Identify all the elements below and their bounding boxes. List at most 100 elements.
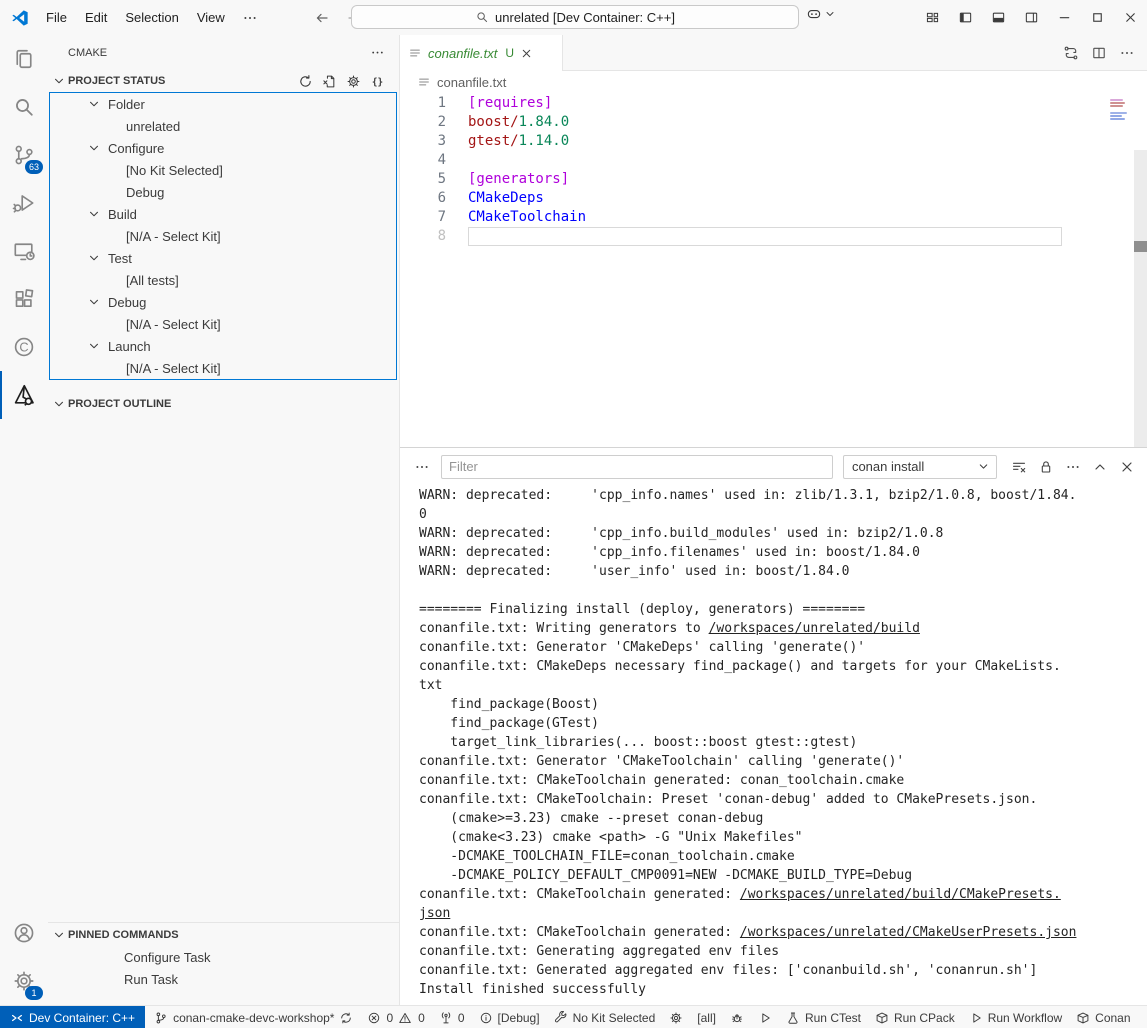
statusbar-item[interactable]: Run CPack xyxy=(868,1006,962,1028)
output-channel-select[interactable]: conan install xyxy=(843,455,997,479)
maximize-button[interactable] xyxy=(1081,10,1114,25)
statusbar-item[interactable]: 0 0 xyxy=(360,1006,431,1028)
gear-icon[interactable] xyxy=(346,74,361,89)
tree-item[interactable]: Debug xyxy=(50,291,396,313)
activity-bar-item[interactable] xyxy=(0,35,48,83)
copilot-icon[interactable] xyxy=(806,6,822,22)
tree-item[interactable]: [N/A - Select Kit] xyxy=(50,225,396,247)
toggle-panel-icon[interactable] xyxy=(982,10,1015,25)
menu-item[interactable]: View xyxy=(188,1,234,35)
statusbar-label: 0 xyxy=(418,1011,425,1025)
activity-bar-item[interactable] xyxy=(0,275,48,323)
sidebar-more-icon[interactable] xyxy=(370,45,385,60)
toggle-secondary-sidebar-icon[interactable] xyxy=(1015,10,1048,25)
menu-overflow-icon[interactable] xyxy=(234,10,266,26)
clear-output-icon[interactable] xyxy=(1011,459,1027,475)
command-center-search[interactable]: unrelated [Dev Container: C++] xyxy=(351,5,799,29)
menu-item[interactable]: File xyxy=(37,1,76,35)
activity-bar-item[interactable] xyxy=(0,179,48,227)
statusbar-item[interactable]: Dev Container: C++ xyxy=(0,1006,145,1028)
pinned-command-item[interactable]: Configure Task xyxy=(48,946,399,968)
statusbar-item[interactable]: No Kit Selected xyxy=(547,1006,663,1028)
activity-bar-item[interactable]: 63 xyxy=(0,131,48,179)
refresh-icon[interactable] xyxy=(298,74,313,89)
menu-item[interactable]: Selection xyxy=(116,1,187,35)
tree-item[interactable]: [N/A - Select Kit] xyxy=(50,313,396,335)
output-line: WARN: deprecated: 'cpp_info.names' used … xyxy=(419,486,1147,505)
tree-item[interactable]: Folder xyxy=(50,93,396,115)
tree-item-label: [N/A - Select Kit] xyxy=(126,229,221,244)
activity-bar-item[interactable] xyxy=(0,323,48,371)
section-pinned-commands[interactable]: PINNED COMMANDS xyxy=(48,924,399,946)
activity-icon xyxy=(12,95,36,119)
tree-item[interactable]: Build xyxy=(50,203,396,225)
code-line[interactable]: 2 boost/1.84.0 xyxy=(400,113,1147,132)
status-bar: Dev Container: C++ conan-cmake-devc-work… xyxy=(0,1005,1147,1028)
customize-layout-icon[interactable] xyxy=(916,10,949,25)
statusbar-item[interactable]: [all] xyxy=(690,1006,723,1028)
activity-bar-item[interactable] xyxy=(0,83,48,131)
output-line: (cmake>=3.23) cmake --preset conan-debug xyxy=(419,809,1147,828)
maximize-panel-icon[interactable] xyxy=(1092,459,1108,475)
minimize-button[interactable] xyxy=(1048,10,1081,25)
code-line[interactable]: 8 xyxy=(400,227,1147,246)
section-project-status[interactable]: PROJECT STATUS xyxy=(48,70,399,92)
split-editor-icon[interactable] xyxy=(1091,45,1107,61)
output-line: Install finished successfully xyxy=(419,980,1147,999)
tree-item[interactable]: unrelated xyxy=(50,115,396,137)
copilot-chevron-icon[interactable] xyxy=(824,8,836,20)
activity-bar-item[interactable]: 1 xyxy=(0,957,48,1005)
statusbar-item[interactable] xyxy=(723,1006,751,1028)
tree-item[interactable]: [N/A - Select Kit] xyxy=(50,357,396,379)
nav-back-icon[interactable] xyxy=(314,10,330,26)
tree-item[interactable]: Test xyxy=(50,247,396,269)
lock-scroll-icon[interactable] xyxy=(1038,459,1054,475)
statusbar-item[interactable] xyxy=(662,1006,690,1028)
statusbar-item[interactable]: Run Workflow xyxy=(962,1006,1069,1028)
braces-icon[interactable] xyxy=(370,74,385,89)
activity-bar-item[interactable] xyxy=(0,371,48,419)
code-line[interactable]: 7 CMakeToolchain xyxy=(400,208,1147,227)
statusbar-item[interactable]: Conan xyxy=(1069,1006,1137,1028)
statusbar-item[interactable]: 0 xyxy=(432,1006,472,1028)
pinned-command-item[interactable]: Run Task xyxy=(48,968,399,990)
close-button[interactable] xyxy=(1114,10,1147,25)
scrollbar-thumb[interactable] xyxy=(1134,241,1147,252)
code-line[interactable]: 6 CMakeDeps xyxy=(400,189,1147,208)
statusbar-item[interactable]: Run CTest xyxy=(779,1006,868,1028)
output-filter-input[interactable] xyxy=(441,455,833,479)
breadcrumb-item[interactable]: conanfile.txt xyxy=(437,75,506,90)
menu-item[interactable]: Edit xyxy=(76,1,116,35)
open-changes-icon[interactable] xyxy=(1063,45,1079,61)
tree-item[interactable]: Configure xyxy=(50,137,396,159)
statusbar-item[interactable] xyxy=(751,1006,779,1028)
statusbar-icon xyxy=(758,1011,772,1025)
minimap[interactable] xyxy=(1110,99,1130,121)
tree-item[interactable]: [No Kit Selected] xyxy=(50,159,396,181)
tree-item[interactable]: Launch xyxy=(50,335,396,357)
code-line[interactable]: 4 xyxy=(400,151,1147,170)
tree-item[interactable]: Debug xyxy=(50,181,396,203)
tab-close-icon[interactable] xyxy=(520,47,533,60)
output-line: WARN: deprecated: 'cpp_info.build_module… xyxy=(419,524,1147,543)
panel-more-icon[interactable] xyxy=(1065,459,1081,475)
toggle-sidebar-icon[interactable] xyxy=(949,10,982,25)
tab-conanfile[interactable]: conanfile.txt U xyxy=(400,35,563,71)
breadcrumb[interactable]: conanfile.txt xyxy=(400,71,1147,93)
close-panel-icon[interactable] xyxy=(1119,459,1135,475)
output-text: conanfile.txt: Generating aggregated env… xyxy=(419,944,779,959)
code-line[interactable]: 1 [requires] xyxy=(400,94,1147,113)
activity-bar-item[interactable] xyxy=(0,909,48,957)
section-project-outline[interactable]: PROJECT OUTLINE xyxy=(48,393,399,415)
tree-item[interactable]: [All tests] xyxy=(50,269,396,291)
code-line[interactable]: 3 gtest/1.14.0 xyxy=(400,132,1147,151)
output-log[interactable]: WARN: deprecated: 'cpp_info.names' used … xyxy=(400,482,1147,999)
editor-more-icon[interactable] xyxy=(1119,45,1135,61)
code-area[interactable]: 1 [requires] 2 boost/1.84.0 3 gtest/1.14… xyxy=(400,93,1147,449)
clean-reconfigure-icon[interactable] xyxy=(322,74,337,89)
code-line[interactable]: 5 [generators] xyxy=(400,170,1147,189)
statusbar-item[interactable]: [Debug] xyxy=(472,1006,547,1028)
activity-bar-item[interactable] xyxy=(0,227,48,275)
statusbar-item[interactable]: conan-cmake-devc-workshop* xyxy=(147,1006,360,1028)
panel-tabs-overflow-icon[interactable] xyxy=(414,459,430,475)
